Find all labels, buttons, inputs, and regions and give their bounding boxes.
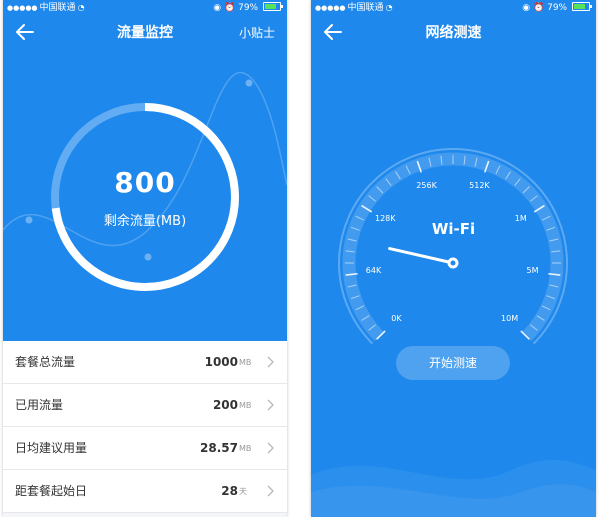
traffic-stats-list: 套餐总流量 1000 MB 已用流量 200 MB 日均建议用量 28.57 M… bbox=[3, 341, 287, 513]
page-title: 网络测速 bbox=[425, 25, 482, 41]
stat-value: 28 bbox=[221, 484, 238, 498]
list-item-daily-suggestion[interactable]: 日均建议用量 28.57 MB bbox=[3, 427, 287, 470]
stat-value: 200 bbox=[212, 398, 238, 412]
stat-unit: MB bbox=[239, 358, 252, 367]
stat-value: 1000 bbox=[204, 355, 238, 369]
signal-icon: ●●●●● bbox=[315, 4, 346, 12]
traffic-monitor-screen: 800 剩余流量(MB) ●●●●● 中国联通 ◔ ◉ ⏰ 79% 流量监控 小贴士… bbox=[3, 0, 287, 517]
stat-label: 套餐总流量 bbox=[15, 355, 76, 369]
wifi-icon: ◔ bbox=[77, 3, 85, 12]
stat-label: 距套餐起始日 bbox=[15, 484, 88, 498]
remaining-traffic-value: 800 bbox=[114, 166, 176, 199]
stat-unit: 天 bbox=[239, 487, 247, 496]
stat-label: 日均建议用量 bbox=[15, 441, 88, 455]
back-arrow-icon[interactable] bbox=[321, 20, 345, 44]
nav-bar: 网络测速 bbox=[311, 16, 596, 50]
carrier-name: 中国联通 bbox=[39, 3, 76, 13]
stat-label: 已用流量 bbox=[15, 398, 64, 412]
status-bar: ●●●●● 中国联通 ◔ ◉ ⏰ 79% bbox=[311, 0, 596, 16]
battery-icon bbox=[263, 2, 283, 11]
speed-dial bbox=[338, 148, 568, 345]
nav-bar: 流量监控 小贴士 bbox=[3, 16, 287, 50]
lock-rotation-icon: ◉ bbox=[213, 3, 222, 13]
carrier-name: 中国联通 bbox=[347, 3, 384, 13]
chevron-right-icon bbox=[267, 442, 274, 454]
signal-icon: ●●●●● bbox=[7, 4, 38, 12]
alarm-icon: ⏰ bbox=[224, 3, 236, 13]
dial-band bbox=[342, 152, 564, 342]
tips-button[interactable]: 小贴士 bbox=[239, 16, 275, 50]
start-speed-test-button[interactable]: 开始测速 bbox=[396, 346, 510, 380]
alarm-icon: ⏰ bbox=[533, 3, 545, 13]
battery-percent: 79% bbox=[547, 3, 568, 13]
dial-outer-arc bbox=[338, 148, 568, 345]
list-item-used-traffic[interactable]: 已用流量 200 MB bbox=[3, 384, 287, 427]
stat-unit: MB bbox=[239, 444, 252, 453]
stat-value: 28.57 bbox=[200, 441, 238, 455]
chevron-right-icon bbox=[267, 356, 274, 368]
lock-rotation-icon: ◉ bbox=[522, 3, 531, 13]
stat-unit: MB bbox=[239, 401, 252, 410]
remaining-traffic-label: 剩余流量(MB) bbox=[103, 214, 187, 229]
battery-icon bbox=[572, 2, 592, 11]
speed-test-screen: Wi-Fi 0K 64K 128K 256K 512K 1M 5M 10M 开始测速 ●●●●… bbox=[311, 0, 596, 517]
chevron-right-icon bbox=[267, 485, 274, 497]
speedometer-graphic bbox=[311, 148, 596, 517]
traffic-hero: 800 剩余流量(MB) bbox=[3, 0, 287, 341]
status-bar: ●●●●● 中国联通 ◔ ◉ ⏰ 79% bbox=[3, 0, 287, 16]
list-item-total-traffic[interactable]: 套餐总流量 1000 MB bbox=[3, 341, 287, 384]
needle-hub-center bbox=[450, 260, 456, 266]
battery-percent: 79% bbox=[238, 3, 259, 13]
list-item-days-to-start[interactable]: 距套餐起始日 28 天 bbox=[3, 470, 287, 513]
wave-dot bbox=[245, 79, 253, 87]
back-arrow-icon[interactable] bbox=[13, 20, 37, 44]
chevron-right-icon bbox=[267, 399, 274, 411]
speed-needle bbox=[388, 247, 455, 265]
wifi-icon: ◔ bbox=[385, 3, 393, 12]
wave-dot bbox=[144, 253, 152, 261]
